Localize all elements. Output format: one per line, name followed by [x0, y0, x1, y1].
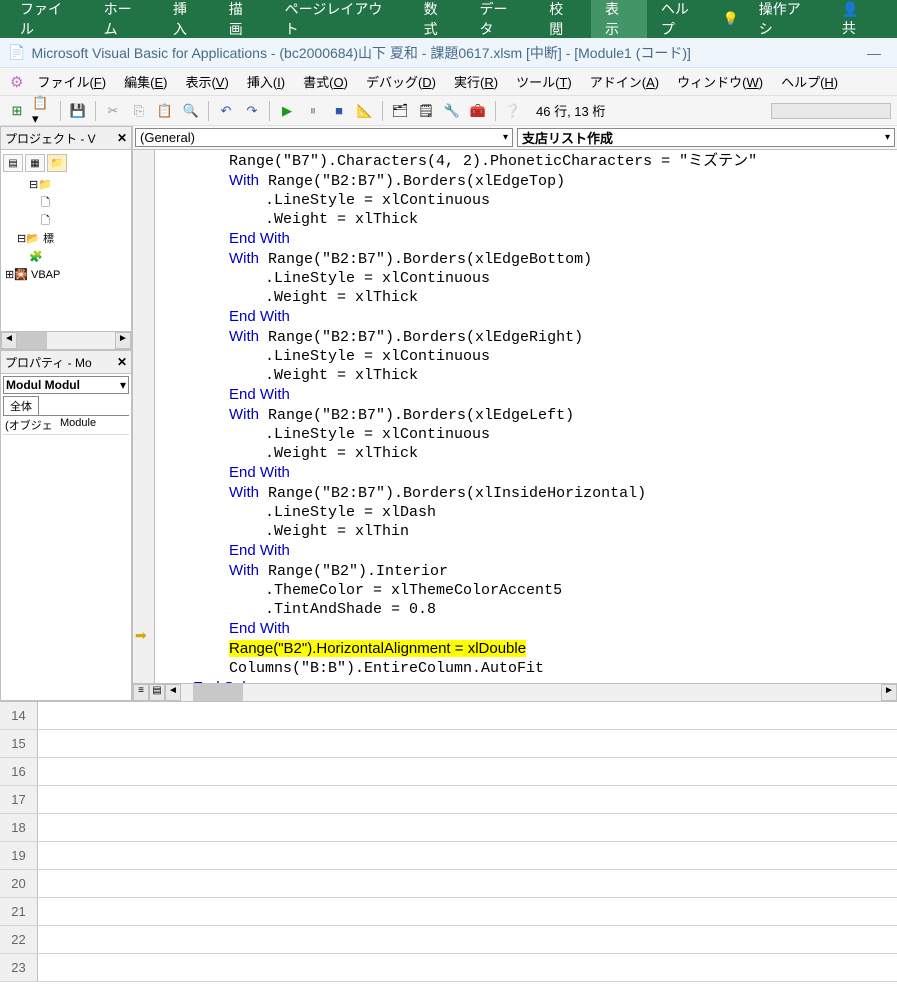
ribbon-tab-ホーム[interactable]: ホーム [90, 0, 159, 38]
undo-icon[interactable]: ↶ [215, 100, 237, 122]
row-header[interactable]: 20 [0, 870, 38, 897]
row-header[interactable]: 23 [0, 954, 38, 981]
grid-row[interactable]: 19 [0, 842, 897, 870]
row-header[interactable]: 22 [0, 926, 38, 953]
cut-icon[interactable]: ✂ [102, 100, 124, 122]
view-object-icon[interactable]: ▦ [25, 154, 45, 172]
code-hscroll[interactable]: ≡▤ ◄► [133, 683, 897, 701]
project-panel-header: プロジェクト - V ✕ [0, 126, 132, 150]
cursor-position: 46 行, 13 桁 [536, 101, 605, 120]
ribbon-tab-ヘルプ[interactable]: ヘルプ [647, 0, 717, 38]
project-tree[interactable]: ⊟📁 🗋 🗋 ⊟📂 標 🧩 ⊞🎇 VBAP [3, 176, 129, 284]
grid-row[interactable]: 17 [0, 786, 897, 814]
ribbon-tab-校閲[interactable]: 校閲 [535, 0, 591, 38]
project-explorer-icon[interactable]: 🗂 [389, 100, 411, 122]
ribbon-tab-描画[interactable]: 描画 [215, 0, 271, 38]
vbe-window-title-bar: 📄 Microsoft Visual Basic for Application… [0, 38, 897, 68]
save-icon[interactable]: 💾 [67, 100, 89, 122]
grid-row[interactable]: 15 [0, 730, 897, 758]
redo-icon[interactable]: ↷ [241, 100, 263, 122]
vbe-gear-icon[interactable]: ⚙ [10, 73, 23, 91]
stop-icon[interactable]: ■ [328, 100, 350, 122]
properties-panel-title: プロパティ - Mo [5, 354, 92, 371]
menu-addins[interactable]: アドイン(A) [582, 70, 667, 93]
view-code-icon[interactable]: ▤ [3, 154, 23, 172]
menu-tools[interactable]: ツール(T) [508, 70, 580, 93]
row-header[interactable]: 21 [0, 898, 38, 925]
ribbon-tab-数式[interactable]: 数式 [410, 0, 466, 38]
project-explorer[interactable]: ▤ ▦ 📁 ⊟📁 🗋 🗋 ⊟📂 標 🧩 ⊞🎇 VBAP ◄► [0, 150, 132, 350]
menu-file[interactable]: ファイル(F) [29, 70, 114, 93]
menu-window[interactable]: ウィンドウ(W) [669, 70, 771, 93]
ribbon-tab-データ[interactable]: データ [465, 0, 535, 38]
grid-row[interactable]: 18 [0, 814, 897, 842]
toolbar-spacer [771, 103, 891, 119]
folder-toggle-icon[interactable]: 📁 [47, 154, 67, 172]
ribbon-tab-表示[interactable]: 表示 [591, 0, 647, 38]
copy-icon[interactable]: ⎘ [128, 100, 150, 122]
pause-icon[interactable]: ⏸ [302, 100, 324, 122]
row-header[interactable]: 17 [0, 786, 38, 813]
ribbon-share[interactable]: 👤 共 [828, 0, 891, 38]
ribbon-tab-ページレイアウト[interactable]: ページレイアウト [271, 0, 410, 38]
grid-row[interactable]: 22 [0, 926, 897, 954]
code-editor[interactable]: ➡ Range("B7").Characters(4, 2).PhoneticC… [133, 150, 897, 683]
insert-module-icon[interactable]: 📋▾ [32, 100, 54, 122]
procedure-dropdown[interactable]: 支店リスト作成▾ [517, 128, 895, 147]
vbe-toolbar: ⊞ 📋▾ 💾 ✂ ⎘ 📋 🔍 ↶ ↷ ▶ ⏸ ■ 📐 🗂 🗒 🔧 🧰 ❔ 46 … [0, 96, 897, 126]
row-header[interactable]: 19 [0, 842, 38, 869]
row-header[interactable]: 15 [0, 730, 38, 757]
grid-row[interactable]: 23 [0, 954, 897, 982]
ribbon-tab-ファイル[interactable]: ファイル [6, 0, 90, 38]
current-line-arrow-icon: ➡ [135, 627, 147, 644]
menu-help[interactable]: ヘルプ(H) [773, 70, 846, 93]
object-browser-icon[interactable]: 🔧 [441, 100, 463, 122]
project-panel-close-icon[interactable]: ✕ [117, 131, 127, 145]
excel-ribbon: ファイルホーム挿入描画ページレイアウト数式データ校閲表示ヘルプ 💡 操作アシ👤 共 [0, 0, 897, 38]
excel-view-icon[interactable]: ⊞ [6, 100, 28, 122]
property-row[interactable]: (オブジェ Module [3, 416, 129, 435]
properties-panel-close-icon[interactable]: ✕ [117, 355, 127, 369]
ribbon-tab-挿入[interactable]: 挿入 [159, 0, 215, 38]
tell-me-icon[interactable]: 💡 [723, 11, 739, 27]
object-dropdown[interactable]: (General)▾ [135, 128, 513, 147]
menu-debug[interactable]: デバッグ(D) [358, 70, 444, 93]
row-header[interactable]: 14 [0, 702, 38, 729]
project-hscroll[interactable]: ◄► [1, 331, 131, 349]
row-header[interactable]: 16 [0, 758, 38, 785]
code-gutter: ➡ [133, 150, 155, 683]
row-header[interactable]: 18 [0, 814, 38, 841]
worksheet-grid[interactable]: 14151617181920212223 [0, 701, 897, 982]
paste-icon[interactable]: 📋 [154, 100, 176, 122]
menu-insert[interactable]: 挿入(I) [239, 70, 293, 93]
menu-format[interactable]: 書式(O) [295, 70, 356, 93]
run-icon[interactable]: ▶ [276, 100, 298, 122]
properties-object-select[interactable]: Modul Modul▾ [3, 376, 129, 394]
find-icon[interactable]: 🔍 [180, 100, 202, 122]
menu-edit[interactable]: 編集(E) [116, 70, 175, 93]
ribbon-assist[interactable]: 操作アシ [745, 0, 828, 38]
vbe-window-title: Microsoft Visual Basic for Applications … [31, 43, 691, 63]
vbe-menu-bar: ⚙ ファイル(F) 編集(E) 表示(V) 挿入(I) 書式(O) デバッグ(D… [0, 68, 897, 96]
vbe-app-icon: 📄 [8, 44, 25, 61]
properties-tab-all[interactable]: 全体 [3, 396, 39, 415]
properties-icon[interactable]: 🗒 [415, 100, 437, 122]
properties-panel: Modul Modul▾ 全体 (オブジェ Module [0, 374, 132, 701]
minimize-button[interactable]: — [859, 45, 889, 61]
grid-row[interactable]: 21 [0, 898, 897, 926]
grid-row[interactable]: 16 [0, 758, 897, 786]
help-icon[interactable]: ❔ [502, 100, 524, 122]
grid-row[interactable]: 20 [0, 870, 897, 898]
design-mode-icon[interactable]: 📐 [354, 100, 376, 122]
menu-run[interactable]: 実行(R) [446, 70, 506, 93]
toolbox-icon[interactable]: 🧰 [467, 100, 489, 122]
menu-view[interactable]: 表示(V) [177, 70, 236, 93]
project-panel-title: プロジェクト - V [5, 130, 96, 147]
properties-panel-header: プロパティ - Mo ✕ [0, 350, 132, 374]
grid-row[interactable]: 14 [0, 702, 897, 730]
